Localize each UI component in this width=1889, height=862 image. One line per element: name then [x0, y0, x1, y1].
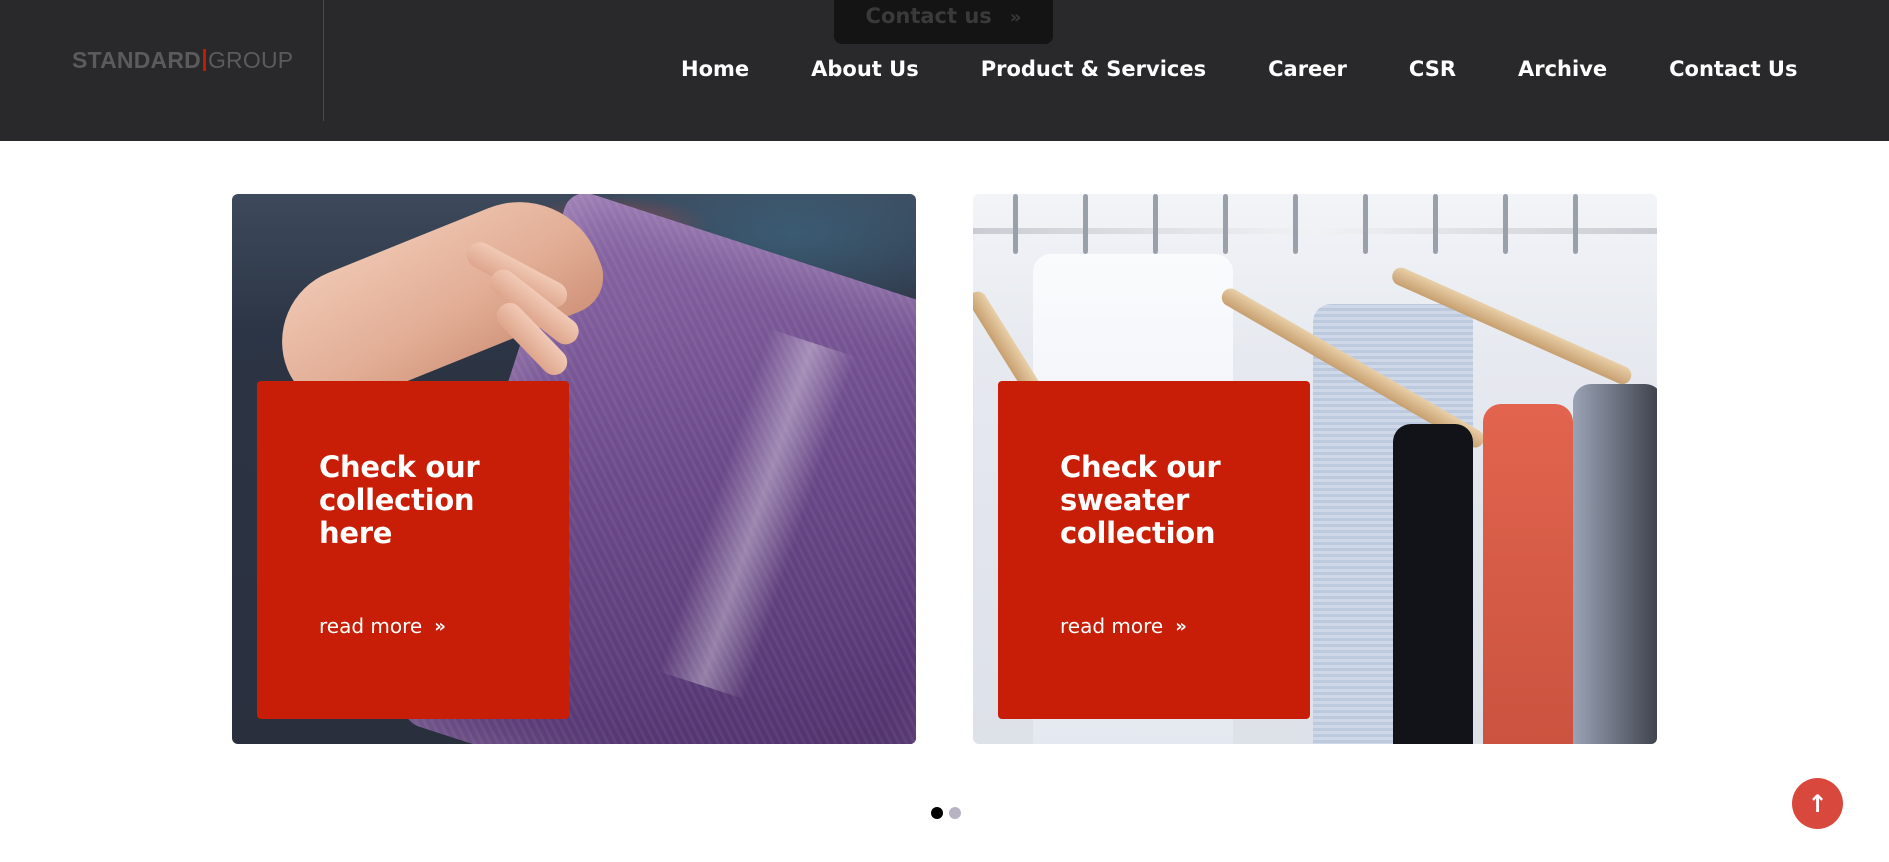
logo-text-standard: STANDARD: [72, 46, 201, 73]
nav-home[interactable]: Home: [681, 57, 749, 81]
nav-about-us[interactable]: About Us: [811, 57, 919, 81]
hanger-hook: [1573, 194, 1578, 254]
dark-garment: [1573, 384, 1657, 744]
nav-contact-us[interactable]: Contact Us: [1669, 57, 1797, 81]
arrow-up-icon: ↑: [1807, 789, 1828, 818]
read-more-label: read more: [1060, 614, 1164, 638]
scroll-to-top-button[interactable]: ↑: [1792, 778, 1843, 829]
carousel-dot-1[interactable]: [931, 807, 943, 819]
double-chevron-right-icon: »: [1009, 7, 1022, 28]
hanger-hook: [1013, 194, 1018, 254]
hanger-hook: [1223, 194, 1228, 254]
hanger-hook: [1153, 194, 1158, 254]
hanger-hook: [1503, 194, 1508, 254]
carousel-dot-2[interactable]: [949, 807, 961, 819]
hanger-hook: [1293, 194, 1298, 254]
read-more-label: read more: [319, 614, 423, 638]
logo-separator: [202, 49, 206, 71]
hanger-hook: [1433, 194, 1438, 254]
nav-archive[interactable]: Archive: [1518, 57, 1607, 81]
promo-card-sweater: Check our sweater collection read more »: [973, 194, 1657, 744]
read-more-link[interactable]: read more »: [1060, 614, 1187, 638]
black-garment: [1393, 424, 1473, 744]
nav-career[interactable]: Career: [1268, 57, 1347, 81]
double-chevron-right-icon: »: [434, 615, 446, 637]
nav-csr[interactable]: CSR: [1409, 57, 1456, 81]
contact-us-cta-label: Contact us: [865, 4, 992, 28]
promo-title: Check our collection here: [319, 450, 480, 550]
promo-box: Check our sweater collection read more »: [998, 381, 1310, 719]
clothes-rail: [973, 228, 1657, 234]
site-header: Contact us » STANDARD GROUP Home About U…: [0, 0, 1889, 141]
promo-box: Check our collection here read more »: [257, 381, 569, 719]
hanger-hook: [1083, 194, 1088, 254]
read-more-link[interactable]: read more »: [319, 614, 446, 638]
contact-us-cta-button[interactable]: Contact us »: [834, 0, 1053, 44]
header-divider: [323, 0, 324, 121]
nav-product-services[interactable]: Product & Services: [981, 57, 1206, 81]
promo-card-collection: Check our collection here read more »: [232, 194, 916, 744]
main-nav: Home About Us Product & Services Career …: [681, 54, 1798, 84]
double-chevron-right-icon: »: [1175, 615, 1187, 637]
hanger-hook: [1363, 194, 1368, 254]
promo-title: Check our sweater collection: [1060, 450, 1221, 550]
carousel-pagination: [931, 807, 961, 819]
logo-text-group: GROUP: [207, 46, 294, 73]
standard-group-logo[interactable]: STANDARD GROUP: [72, 46, 293, 74]
coral-garment: [1483, 404, 1573, 744]
